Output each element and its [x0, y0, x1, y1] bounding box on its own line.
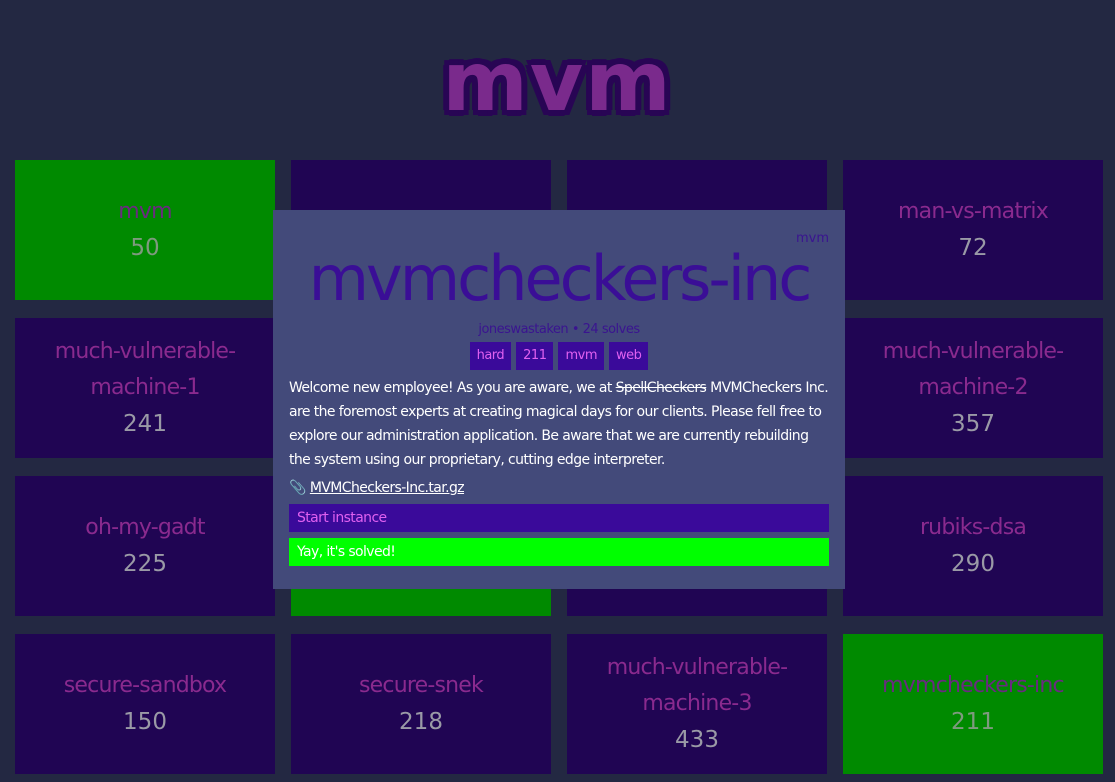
challenge-tile-points: 225 — [123, 551, 167, 577]
modal-title: mvmcheckers-inc — [308, 242, 813, 315]
tag-points: 211 — [516, 342, 554, 370]
challenge-modal: mvm mvmcheckers-inc joneswastaken • 24 s… — [273, 210, 845, 589]
attachment-link[interactable]: MVMCheckers-Inc.tar.gz — [310, 480, 465, 496]
challenge-tile-name: much-vulnerable-machine-1 — [54, 339, 236, 400]
challenge-tile-name: much-vulnerable-machine-3 — [606, 655, 788, 716]
modal-description: Welcome new employee! As you are aware, … — [289, 376, 829, 472]
site-logo: mvm — [442, 35, 673, 130]
challenge-tile-name: secure-sandbox — [63, 673, 227, 698]
modal-meta: joneswastaken • 24 solves — [289, 322, 829, 337]
challenge-tile-points: 241 — [123, 411, 167, 437]
challenge-tile-name: man-vs-matrix — [898, 199, 1049, 224]
challenge-tile[interactable]: much-vulnerable-machine-1 241 — [15, 318, 275, 458]
challenge-tile-points: 433 — [675, 727, 719, 753]
description-strikethrough: SpellCheckers — [615, 380, 707, 396]
challenge-tile[interactable]: man-vs-matrix 72 — [843, 160, 1103, 300]
challenge-tile[interactable]: oh-my-gadt 225 — [15, 476, 275, 616]
challenge-tile-points: 50 — [130, 235, 160, 261]
meta-separator: • — [571, 322, 580, 337]
challenge-tile[interactable]: rubiks-dsa 290 — [843, 476, 1103, 616]
challenge-tile[interactable]: secure-snek 218 — [291, 634, 551, 774]
challenge-tile-points: 211 — [951, 709, 995, 735]
challenge-tile-points: 150 — [123, 709, 167, 735]
challenge-tile[interactable]: mvm 50 — [15, 160, 275, 300]
tag-category: mvm — [558, 342, 605, 370]
attachment-row: 📎 MVMCheckers-Inc.tar.gz — [289, 480, 829, 496]
challenge-tile-points: 357 — [951, 411, 995, 437]
description-text: Welcome new employee! As you are aware, … — [289, 380, 616, 396]
challenge-tile[interactable]: much-vulnerable-machine-2 357 — [843, 318, 1103, 458]
challenge-tile-name: rubiks-dsa — [919, 515, 1027, 540]
challenge-tile-name: oh-my-gadt — [85, 515, 205, 540]
challenge-tile-name: mvm — [118, 199, 172, 224]
challenge-tile-name: mvmcheckers-inc — [882, 673, 1064, 698]
challenge-tile-name: much-vulnerable-machine-2 — [882, 339, 1064, 400]
challenge-tile[interactable]: secure-sandbox 150 — [15, 634, 275, 774]
start-instance-button[interactable]: Start instance — [289, 504, 829, 532]
modal-solves: 24 solves — [582, 322, 640, 337]
modal-author: joneswastaken — [478, 322, 569, 337]
challenge-tile[interactable]: much-vulnerable-machine-3 433 — [567, 634, 827, 774]
modal-tags: hard 211 mvm web — [289, 342, 829, 370]
modal-category: mvm — [795, 231, 829, 246]
challenge-tile-points: 218 — [399, 709, 443, 735]
challenge-tile-points: 290 — [951, 551, 995, 577]
challenge-tile-name: secure-snek — [359, 673, 484, 698]
challenge-tile[interactable]: mvmcheckers-inc 211 — [843, 634, 1103, 774]
solved-status: Yay, it's solved! — [289, 538, 829, 566]
tag-difficulty: hard — [469, 342, 512, 370]
paperclip-icon: 📎 — [289, 480, 306, 496]
tag-type: web — [609, 342, 649, 370]
challenge-tile-points: 72 — [958, 235, 988, 261]
